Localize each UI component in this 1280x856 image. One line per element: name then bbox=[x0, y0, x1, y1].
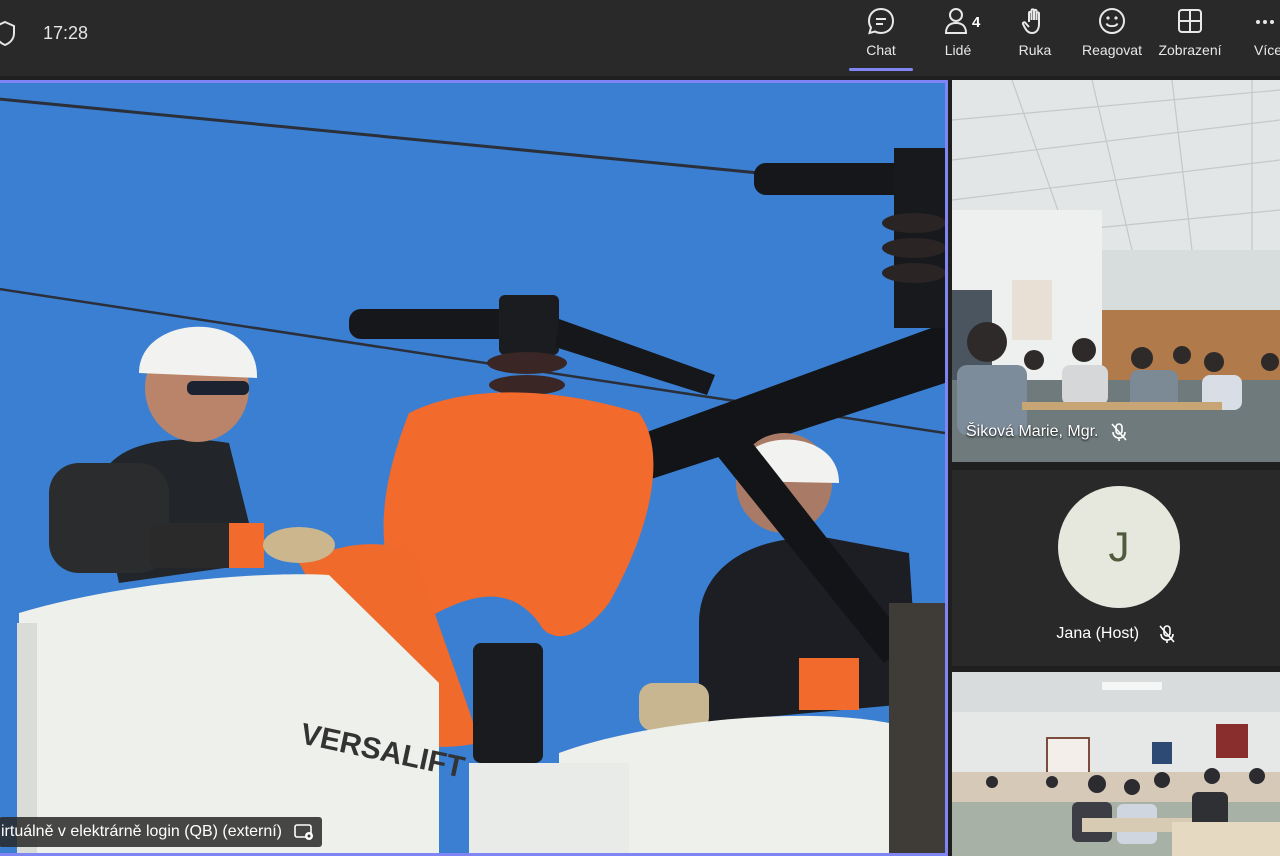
meeting-clock: 17:28 bbox=[43, 23, 89, 43]
participant-tile-sikova[interactable]: Šiková Marie, Mgr. bbox=[952, 80, 1280, 462]
mic-off-icon bbox=[1158, 625, 1175, 643]
more-button[interactable]: Více bbox=[1230, 6, 1280, 68]
participant-video-feed bbox=[952, 80, 1280, 462]
people-button[interactable]: 4 Lidé bbox=[920, 6, 996, 68]
participant-tile-jana[interactable]: J Jana (Host) bbox=[952, 470, 1280, 666]
active-tab-indicator bbox=[849, 68, 913, 71]
participant-name-tag: Šiková Marie, Mgr. bbox=[966, 422, 1128, 442]
people-count-badge: 4 bbox=[972, 14, 981, 31]
chat-icon bbox=[867, 7, 895, 35]
chat-label: Chat bbox=[866, 42, 896, 58]
react-button[interactable]: Reagovat bbox=[1074, 6, 1150, 68]
main-video-caption: irtuálně v elektrárně login (QB) (extern… bbox=[0, 817, 322, 847]
participant-video-feed bbox=[952, 672, 1280, 856]
shield-icon bbox=[0, 20, 15, 46]
presenter-name: irtuálně v elektrárně login (QB) (extern… bbox=[1, 823, 282, 840]
people-icon bbox=[944, 8, 968, 34]
more-icon bbox=[1256, 20, 1274, 24]
raise-hand-label: Ruka bbox=[1018, 42, 1052, 58]
more-label: Více bbox=[1254, 42, 1280, 58]
view-label: Zobrazení bbox=[1158, 42, 1222, 58]
raise-hand-button[interactable]: Ruka bbox=[997, 6, 1073, 68]
chat-button[interactable]: Chat bbox=[843, 6, 919, 68]
mic-off-icon bbox=[1111, 423, 1128, 441]
main-video-stage[interactable]: VERSALIFT irtuálně v elektrárně login (Q… bbox=[0, 80, 948, 856]
people-label: Lidé bbox=[944, 42, 972, 58]
avatar: J bbox=[1058, 486, 1180, 608]
meeting-toolbar: 17:28 Chat 4 Lidé Ruka Reagovat Zobrazen… bbox=[0, 0, 1280, 76]
emoji-icon bbox=[1099, 8, 1125, 34]
screen-share-icon[interactable] bbox=[294, 823, 314, 841]
raise-hand-icon bbox=[1021, 8, 1040, 34]
view-button[interactable]: Zobrazení bbox=[1152, 6, 1228, 68]
participant-name-tag: Jana (Host) bbox=[952, 624, 1280, 644]
grid-view-icon bbox=[1178, 9, 1202, 33]
main-video-feed: VERSALIFT bbox=[0, 83, 945, 853]
participant-name: Jana (Host) bbox=[1056, 625, 1140, 643]
participant-name: Šiková Marie, Mgr. bbox=[966, 423, 1099, 440]
react-label: Reagovat bbox=[1082, 42, 1142, 58]
participant-tile-classroom[interactable] bbox=[952, 672, 1280, 856]
